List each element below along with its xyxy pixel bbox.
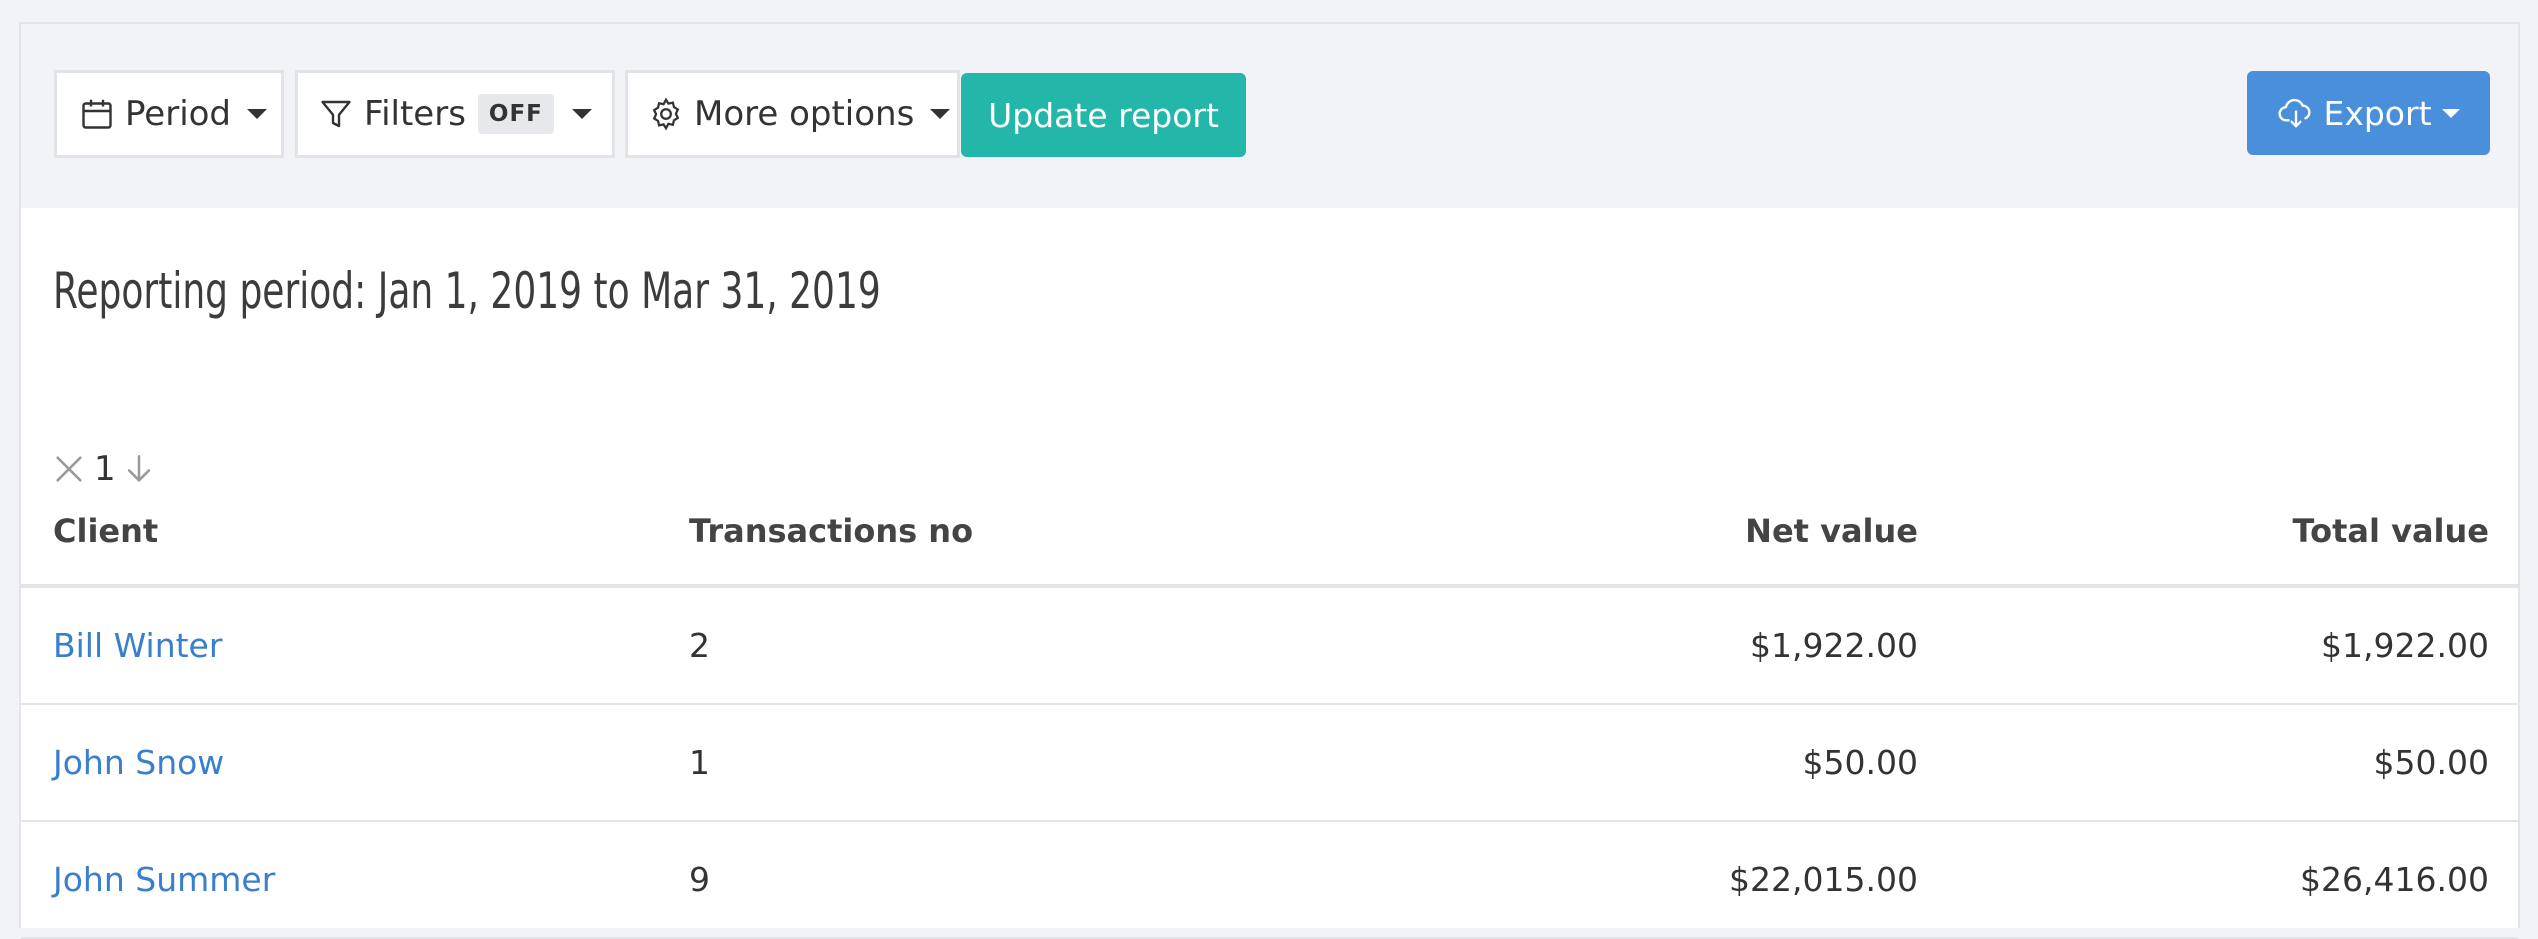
more-options-dropdown[interactable]: More options	[625, 70, 960, 158]
chevron-down-icon	[2441, 108, 2460, 118]
export-label: Export	[2323, 93, 2432, 133]
net-value: $22,015.00	[1729, 860, 1918, 899]
net-value: $1,922.00	[1750, 626, 1918, 665]
filters-status-badge: OFF	[477, 94, 554, 134]
transactions-count: 1	[689, 743, 710, 782]
total-value: $26,416.00	[2300, 860, 2489, 899]
total-value: $50.00	[2373, 743, 2489, 782]
arrow-down-icon[interactable]	[122, 452, 156, 486]
more-options-label: More options	[694, 94, 915, 134]
period-dropdown[interactable]: Period	[54, 70, 284, 158]
clear-sort-icon[interactable]	[52, 452, 86, 486]
sort-index: 1	[94, 449, 116, 489]
filters-label: Filters	[364, 94, 466, 134]
transactions-count: 9	[689, 860, 710, 899]
column-header-client[interactable]: Client	[53, 512, 158, 550]
update-report-button[interactable]: Update report	[961, 73, 1246, 157]
client-link[interactable]: John Summer	[53, 860, 275, 899]
table-row: Bill Winter 2 $1,922.00 $1,922.00	[21, 588, 2518, 705]
column-header-net-value[interactable]: Net value	[1745, 512, 1918, 550]
report-toolbar: Period Filters OFF More options Update r…	[21, 24, 2518, 208]
sort-indicator: 1	[52, 449, 156, 489]
calendar-icon	[79, 96, 115, 132]
chevron-down-icon	[247, 109, 268, 119]
cloud-download-icon	[2277, 95, 2315, 131]
column-header-total-value[interactable]: Total value	[2293, 512, 2489, 550]
transactions-count: 2	[689, 626, 710, 665]
column-header-transactions[interactable]: Transactions no	[689, 512, 973, 550]
export-dropdown[interactable]: Export	[2247, 71, 2490, 155]
filter-icon	[318, 96, 354, 132]
period-label: Period	[125, 94, 232, 134]
gear-icon	[648, 96, 684, 132]
table-row: John Snow 1 $50.00 $50.00	[21, 705, 2518, 822]
filters-dropdown[interactable]: Filters OFF	[295, 70, 615, 158]
reporting-period-title: Reporting period: Jan 1, 2019 to Mar 31,…	[53, 262, 881, 320]
table-header: Client Transactions no Net value Total v…	[21, 494, 2518, 588]
net-value: $50.00	[1802, 743, 1918, 782]
table-row: John Summer 9 $22,015.00 $26,416.00	[21, 822, 2518, 939]
client-link[interactable]: Bill Winter	[53, 626, 222, 665]
chevron-down-icon	[571, 109, 592, 119]
report-panel: Period Filters OFF More options Update r…	[19, 22, 2520, 939]
client-link[interactable]: John Snow	[53, 743, 224, 782]
total-value: $1,922.00	[2321, 626, 2489, 665]
chevron-down-icon	[930, 109, 951, 119]
